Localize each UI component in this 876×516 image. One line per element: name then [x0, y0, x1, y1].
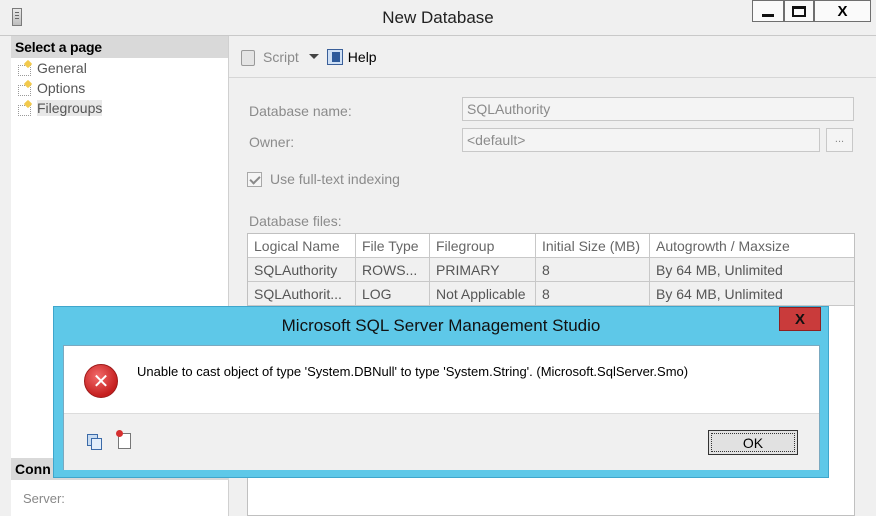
toolbar: Script Help	[229, 36, 876, 78]
help-button[interactable]: Help	[326, 48, 377, 65]
page-item-label: General	[37, 60, 87, 76]
grid-header-row: Logical Name File Type Filegroup Initial…	[248, 234, 854, 258]
table-cell[interactable]: By 64 MB, Unlimited	[650, 282, 854, 305]
error-message: Unable to cast object of type 'System.DB…	[137, 364, 689, 379]
column-header[interactable]: File Type	[356, 234, 430, 257]
technical-details-icon[interactable]	[116, 430, 132, 449]
window-title: New Database	[382, 8, 494, 27]
page-icon	[17, 101, 33, 116]
script-label: Script	[263, 48, 299, 65]
fulltext-label: Use full-text indexing	[270, 171, 400, 187]
close-button[interactable]: X	[814, 0, 871, 22]
db-name-field[interactable]: SQLAuthority	[462, 97, 854, 121]
table-cell[interactable]: PRIMARY	[430, 258, 536, 281]
error-dialog: Microsoft SQL Server Management Studio X…	[53, 306, 829, 478]
page-item-options[interactable]: Options	[11, 78, 228, 98]
copy-message-icon[interactable]	[87, 434, 102, 450]
window-titlebar: New Database X	[0, 0, 876, 36]
page-icon	[17, 61, 33, 76]
dialog-close-button[interactable]: X	[779, 307, 821, 331]
minimize-button[interactable]	[752, 0, 784, 22]
table-cell[interactable]: LOG	[356, 282, 430, 305]
maximize-button[interactable]	[784, 0, 814, 22]
help-icon	[326, 48, 343, 65]
table-cell[interactable]: ROWS...	[356, 258, 430, 281]
table-row[interactable]: SQLAuthority ROWS... PRIMARY 8 By 64 MB,…	[248, 258, 854, 282]
error-icon: ✕	[84, 364, 118, 398]
column-header[interactable]: Initial Size (MB)	[536, 234, 650, 257]
owner-field[interactable]: <default>	[462, 128, 820, 152]
server-label: Server:	[23, 491, 65, 506]
script-icon	[239, 48, 257, 66]
table-cell[interactable]: SQLAuthority	[248, 258, 356, 281]
dialog-message-area: ✕ Unable to cast object of type 'System.…	[64, 346, 819, 413]
script-dropdown-icon[interactable]	[308, 54, 319, 59]
table-cell[interactable]: 8	[536, 258, 650, 281]
table-cell[interactable]: Not Applicable	[430, 282, 536, 305]
help-label: Help	[347, 48, 377, 65]
table-cell[interactable]: 8	[536, 282, 650, 305]
minimize-icon	[762, 13, 774, 17]
close-icon: X	[794, 310, 805, 328]
maximize-icon	[792, 5, 806, 17]
dialog-body: ✕ Unable to cast object of type 'System.…	[63, 345, 820, 470]
column-header[interactable]: Logical Name	[248, 234, 356, 257]
select-page-header: Select a page	[11, 36, 228, 58]
page-item-label: Options	[37, 80, 86, 96]
fulltext-option[interactable]: Use full-text indexing	[247, 171, 400, 187]
table-row[interactable]: SQLAuthorit... LOG Not Applicable 8 By 6…	[248, 282, 854, 306]
dialog-footer: OK	[64, 413, 819, 470]
database-files-label: Database files:	[249, 213, 342, 229]
page-item-label: Filegroups	[37, 100, 103, 116]
owner-browse-button[interactable]: ...	[826, 128, 853, 152]
column-header[interactable]: Filegroup	[430, 234, 536, 257]
page-item-general[interactable]: General	[11, 58, 228, 78]
column-header[interactable]: Autogrowth / Maxsize	[650, 234, 854, 257]
table-cell[interactable]: By 64 MB, Unlimited	[650, 258, 854, 281]
owner-label: Owner:	[249, 134, 295, 150]
db-name-label: Database name:	[249, 103, 352, 119]
table-cell[interactable]: SQLAuthorit...	[248, 282, 356, 305]
page-item-filegroups[interactable]: Filegroups	[11, 98, 228, 118]
script-button[interactable]: Script	[239, 48, 299, 66]
fulltext-checkbox[interactable]	[247, 171, 262, 187]
dialog-title: Microsoft SQL Server Management Studio	[281, 316, 601, 335]
close-icon: X	[837, 2, 848, 20]
ok-button[interactable]: OK	[708, 430, 798, 455]
page-icon	[17, 81, 33, 96]
